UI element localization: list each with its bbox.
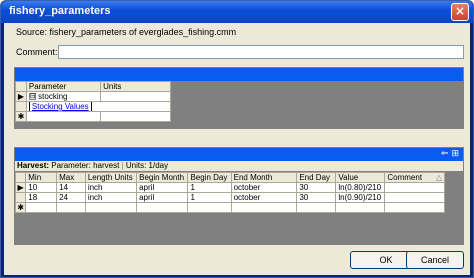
column-header-max[interactable]: Max xyxy=(56,172,86,183)
cell-begin-month[interactable]: april xyxy=(136,182,189,193)
cell-comment[interactable] xyxy=(384,182,445,193)
column-header-length-units[interactable]: Length Units xyxy=(84,172,138,183)
column-header-begin-day[interactable]: Begin Day xyxy=(187,172,232,183)
new-cell[interactable] xyxy=(187,202,232,213)
column-header-units[interactable]: Units xyxy=(100,81,171,92)
harvest-title: Harvest: Parameter: harvest | Units: 1/d… xyxy=(15,161,463,171)
cell-units[interactable] xyxy=(100,91,171,102)
harvest-grid: ⇐ ⊞ Harvest: Parameter: harvest | Units:… xyxy=(14,147,464,245)
row-selector-blank xyxy=(15,101,27,112)
column-header-min[interactable]: Min xyxy=(25,172,58,183)
cancel-button[interactable]: Cancel xyxy=(406,251,464,269)
parameters-grid: Parameter Units ▶ ⊟ stocking Stocking Va… xyxy=(14,67,464,129)
cell-end-day[interactable]: 30 xyxy=(296,192,337,203)
comment-field[interactable] xyxy=(58,45,464,59)
comment-label: Comment: xyxy=(16,47,58,57)
new-cell[interactable] xyxy=(335,202,386,213)
comment-header-label: Comment xyxy=(387,173,423,182)
column-header-end-month[interactable]: End Month xyxy=(230,172,298,183)
cell-length-units[interactable]: inch xyxy=(84,192,138,203)
new-cell[interactable] xyxy=(296,202,337,213)
new-cell[interactable] xyxy=(84,202,138,213)
new-cell[interactable] xyxy=(56,202,86,213)
cell-value[interactable]: ln(0.90)/210 xyxy=(335,192,386,203)
cell-comment[interactable] xyxy=(384,192,445,203)
cell-end-day[interactable]: 30 xyxy=(296,182,337,193)
harvest-grid-caption: ⇐ ⊞ xyxy=(15,148,463,161)
parameter-value: stocking xyxy=(38,92,68,101)
cell-begin-month[interactable]: april xyxy=(136,192,189,203)
parameters-grid-caption xyxy=(15,68,463,81)
sort-icon: △ xyxy=(435,173,442,182)
new-row[interactable]: ✱ xyxy=(14,202,445,213)
collapse-icon[interactable]: ⊟ xyxy=(28,93,36,101)
window-title: fishery_parameters xyxy=(9,5,111,17)
column-header-end-day[interactable]: End Day xyxy=(296,172,337,183)
new-cell[interactable] xyxy=(136,202,189,213)
new-cell[interactable] xyxy=(100,111,171,122)
child-link-cell: Stocking Values xyxy=(25,101,172,112)
dialog-window: fishery_parameters × Source: fishery_par… xyxy=(0,0,474,278)
column-header-begin-month[interactable]: Begin Month xyxy=(136,172,189,183)
cell-max[interactable]: 24 xyxy=(56,192,86,203)
dialog-body: Source: fishery_parameters of everglades… xyxy=(4,23,470,275)
harvest-table: Min Max Length Units Begin Month Begin D… xyxy=(14,172,445,213)
new-cell[interactable] xyxy=(25,202,58,213)
units-label: Units: xyxy=(125,161,147,170)
cell-parameter[interactable]: ⊟ stocking xyxy=(25,91,102,102)
parameter-label: Parameter: xyxy=(51,161,91,170)
new-cell[interactable] xyxy=(384,202,445,213)
cell-end-month[interactable]: october xyxy=(230,182,298,193)
row-header-corner xyxy=(15,81,27,92)
cell-begin-day[interactable]: 1 xyxy=(187,182,232,193)
cell-min[interactable]: 10 xyxy=(25,182,58,193)
cell-begin-day[interactable]: 1 xyxy=(187,192,232,203)
source-label: Source: fishery_parameters of everglades… xyxy=(16,27,237,37)
units-value: 1/day xyxy=(148,161,169,170)
new-row[interactable]: ✱ xyxy=(15,111,171,122)
row-header-corner xyxy=(14,172,27,183)
cell-end-month[interactable]: october xyxy=(230,192,298,203)
column-header-comment[interactable]: Comment △ xyxy=(384,172,445,183)
cell-length-units[interactable]: inch xyxy=(84,182,138,193)
table-row[interactable]: ▶ ⊟ stocking xyxy=(15,91,171,102)
cell-value[interactable]: ln(0.80)/210 xyxy=(335,182,386,193)
new-row-icon: ✱ xyxy=(14,202,27,213)
title-bar[interactable]: fishery_parameters × xyxy=(1,1,473,23)
row-selector-icon[interactable]: ▶ xyxy=(15,91,27,102)
table-row[interactable]: ▶ 10 14 inch april 1 october 30 ln(0.80)… xyxy=(14,182,445,193)
new-cell[interactable] xyxy=(230,202,298,213)
child-link-row: Stocking Values xyxy=(15,101,172,112)
stocking-values-link[interactable]: Stocking Values xyxy=(28,102,92,111)
parameters-table: Parameter Units ▶ ⊟ stocking Stocking Va… xyxy=(15,81,172,122)
new-row-icon: ✱ xyxy=(15,111,27,122)
navigate-back-icon[interactable]: ⇐ ⊞ xyxy=(441,149,459,159)
cell-min[interactable]: 18 xyxy=(25,192,58,203)
column-header-value[interactable]: Value xyxy=(335,172,386,183)
harvest-label: Harvest: xyxy=(17,161,50,170)
parameter-name: harvest xyxy=(93,161,120,170)
close-icon[interactable]: × xyxy=(451,3,469,21)
column-header-parameter[interactable]: Parameter xyxy=(25,81,102,92)
cell-max[interactable]: 14 xyxy=(56,182,86,193)
table-row[interactable]: 18 24 inch april 1 october 30 ln(0.90)/2… xyxy=(14,192,445,203)
row-selector-icon[interactable]: ▶ xyxy=(14,182,27,193)
row-selector[interactable] xyxy=(14,192,27,203)
new-cell[interactable] xyxy=(25,111,102,122)
